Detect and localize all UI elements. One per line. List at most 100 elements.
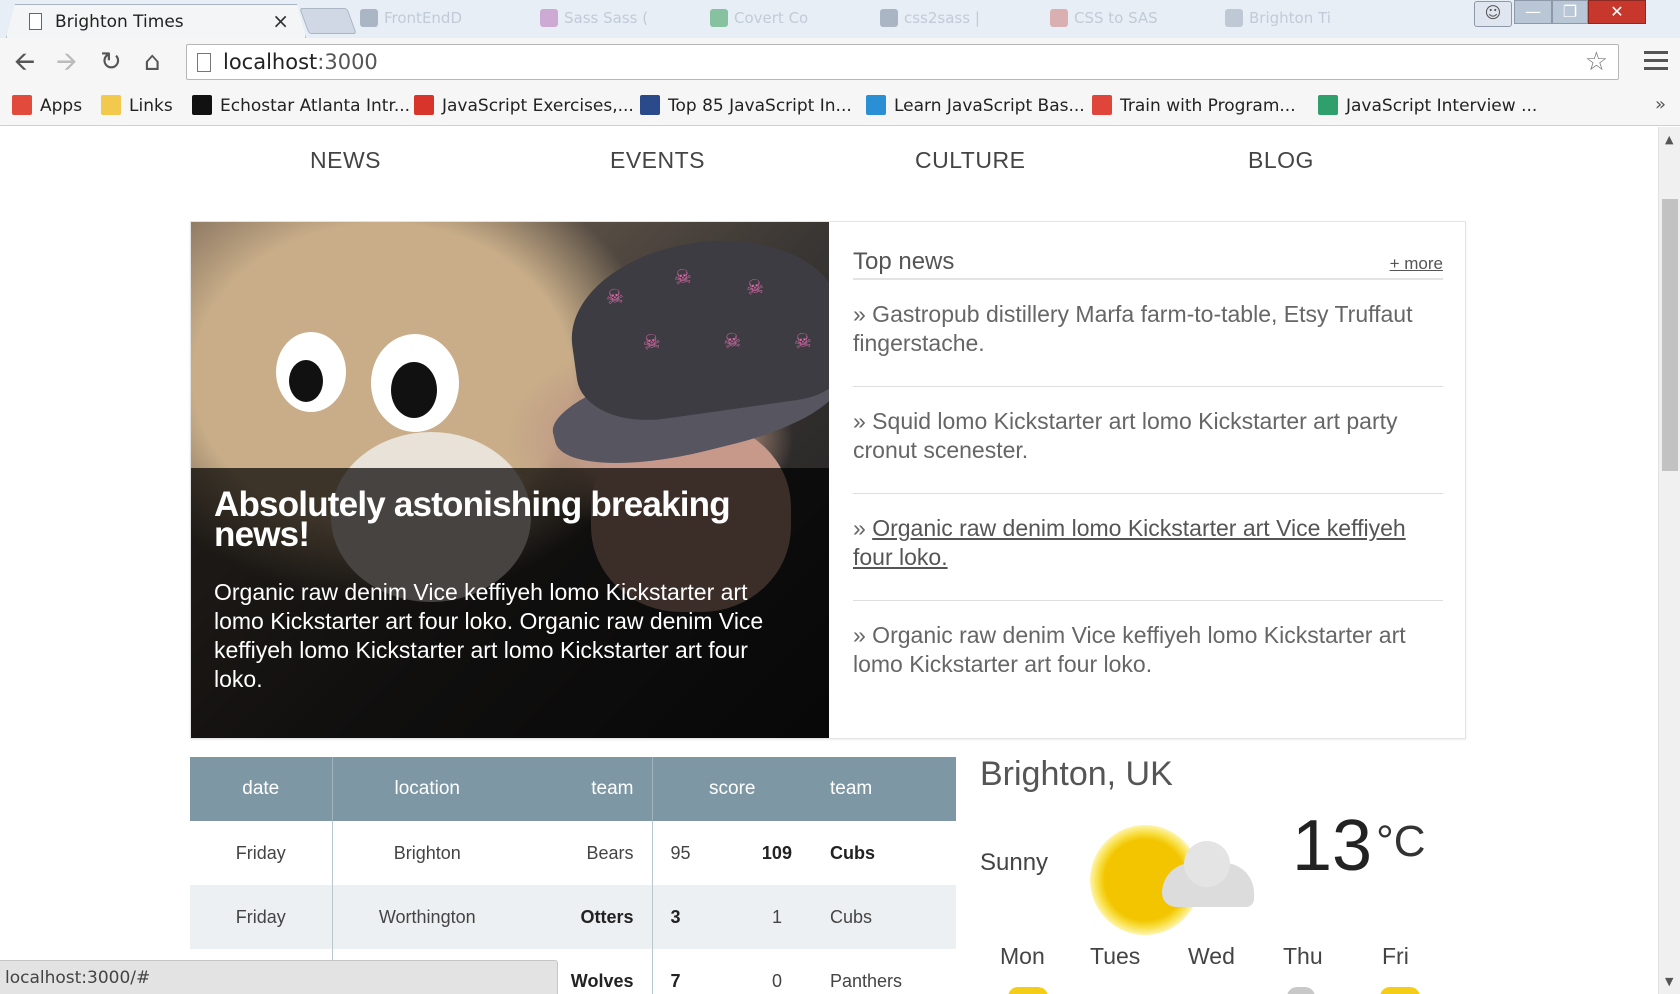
g-logo-icon bbox=[640, 95, 660, 115]
bookmark-label: Echostar Atlanta Intr... bbox=[220, 96, 411, 116]
address-bar[interactable]: localhost:3000 ☆ bbox=[186, 44, 1619, 80]
tab-favicon-icon bbox=[540, 9, 558, 27]
nav-blog[interactable]: BLOG bbox=[1248, 147, 1314, 174]
tab-title: Sass Sass ( bbox=[564, 9, 649, 27]
featured-card: ☠ ☠ ☠ ☠ ☠ ☠ Absolutely astonishing break… bbox=[190, 221, 1466, 739]
w3resource-icon bbox=[414, 95, 434, 115]
status-url: localhost:3000/# bbox=[5, 968, 151, 988]
question-icon bbox=[1318, 95, 1338, 115]
nav-culture[interactable]: CULTURE bbox=[915, 147, 1025, 174]
apps-grid-icon bbox=[12, 95, 32, 115]
background-tab[interactable]: FrontEndD bbox=[360, 9, 462, 31]
news-item-hovered[interactable]: » Organic raw denim lomo Kickstarter art… bbox=[853, 494, 1443, 601]
nav-news[interactable]: NEWS bbox=[310, 147, 381, 174]
hero-photo-hat: ☠ ☠ ☠ ☠ ☠ ☠ bbox=[560, 224, 829, 430]
hero-photo-detail bbox=[289, 360, 323, 402]
cell-team-away: Cubs bbox=[830, 842, 875, 863]
url-text: localhost:3000 bbox=[223, 50, 378, 74]
cell-score-away: 1 bbox=[741, 885, 812, 949]
cell-location: Worthington bbox=[332, 885, 522, 949]
bookmark-item[interactable]: Echostar Atlanta Intr... bbox=[192, 95, 410, 119]
sun-icon bbox=[1380, 987, 1420, 994]
news-item[interactable]: » Gastropub distillery Marfa farm-to-tab… bbox=[853, 280, 1443, 387]
hero-article[interactable]: ☠ ☠ ☠ ☠ ☠ ☠ Absolutely astonishing break… bbox=[191, 222, 829, 738]
bookmark-item[interactable]: Learn JavaScript Bas... bbox=[866, 95, 1085, 119]
background-tab[interactable]: Covert Co bbox=[710, 9, 808, 31]
col-score: score bbox=[652, 757, 812, 821]
back-arrow-icon[interactable]: 🡨 bbox=[14, 48, 35, 76]
cell-team-home: Bears bbox=[522, 821, 653, 885]
forecast-day: Wed bbox=[1188, 943, 1235, 969]
cell-team-away: Cubs bbox=[812, 885, 956, 949]
bookmarks-overflow-icon[interactable]: » bbox=[1655, 94, 1666, 115]
status-bubble: localhost:3000/# bbox=[0, 960, 558, 994]
hero-headline[interactable]: Absolutely astonishing breaking news! bbox=[214, 487, 774, 552]
background-tab[interactable]: css2sass | bbox=[880, 9, 980, 31]
table-row: Friday Brighton Bears 95 109 Cubs bbox=[190, 821, 956, 885]
bookmark-item[interactable]: Apps bbox=[12, 95, 82, 119]
forecast-day: Fri bbox=[1382, 943, 1409, 969]
forecast-day: Mon bbox=[1000, 943, 1045, 969]
reload-icon[interactable]: ↻ bbox=[100, 48, 122, 76]
cell-date: Friday bbox=[190, 885, 333, 949]
tab-title: Covert Co bbox=[734, 9, 809, 27]
close-window-button[interactable]: ✕ bbox=[1588, 0, 1646, 24]
user-profile-button[interactable]: ☺ bbox=[1474, 1, 1512, 27]
home-icon[interactable]: ⌂ bbox=[144, 48, 161, 76]
bookmark-item[interactable]: JavaScript Interview ... bbox=[1318, 95, 1537, 119]
background-tab[interactable]: CSS to SAS bbox=[1050, 9, 1158, 31]
maximize-button[interactable]: ❐ bbox=[1552, 0, 1588, 24]
cloud-icon bbox=[1287, 987, 1315, 994]
tab-title: FrontEndD bbox=[384, 9, 462, 27]
cloud-icon bbox=[1162, 841, 1254, 907]
weather-condition: Sunny bbox=[980, 849, 1049, 876]
minimize-button[interactable]: — bbox=[1514, 0, 1552, 24]
page-scrollbar[interactable]: ▲ ▼ bbox=[1658, 127, 1680, 994]
top-news-title: Top news bbox=[853, 248, 955, 275]
cell-score-away: 0 bbox=[771, 970, 782, 991]
bookmark-label: Top 85 JavaScript In... bbox=[668, 96, 852, 116]
bookmark-item[interactable]: JavaScript Exercises,... bbox=[414, 95, 634, 119]
s-logo-icon bbox=[192, 95, 212, 115]
bookmark-item[interactable]: Links bbox=[101, 95, 173, 119]
browser-toolbar: 🡨 🡪 ↻ ⌂ localhost:3000 ☆ bbox=[0, 38, 1680, 88]
news-item[interactable]: » Organic raw denim Vice keffiyeh lomo K… bbox=[853, 601, 1443, 708]
bookmark-label: JavaScript Interview ... bbox=[1346, 96, 1538, 116]
table-row: Friday Worthington Otters 3 1 Cubs bbox=[190, 885, 956, 949]
bookmark-item[interactable]: Train with Program... bbox=[1092, 95, 1296, 119]
col-date: date bbox=[190, 757, 333, 821]
scrollbar-thumb[interactable] bbox=[1662, 199, 1678, 471]
page-icon bbox=[29, 13, 42, 30]
bookmark-item[interactable]: Top 85 JavaScript In... bbox=[640, 95, 852, 119]
cell-score-home: 7 bbox=[670, 970, 681, 991]
weather-widget: Brighton, UK Sunny 13°C Mon Tues Wed Thu… bbox=[980, 755, 1440, 994]
tab-title: Brighton Ti bbox=[1249, 9, 1331, 27]
cell-team-away: Panthers bbox=[830, 970, 903, 991]
bookmark-label: Learn JavaScript Bas... bbox=[894, 96, 1085, 116]
scroll-down-icon[interactable]: ▼ bbox=[1665, 975, 1673, 988]
background-tab[interactable]: Brighton Ti bbox=[1225, 9, 1331, 31]
forward-arrow-icon[interactable]: 🡪 bbox=[56, 48, 77, 76]
sun-icon bbox=[1008, 987, 1048, 994]
col-team-home: team bbox=[522, 757, 653, 821]
tab-title: CSS to SAS bbox=[1074, 9, 1158, 27]
top-news-header: Top news + more bbox=[853, 248, 1443, 280]
tab-close-icon[interactable]: × bbox=[272, 9, 289, 33]
codewars-icon bbox=[1092, 95, 1112, 115]
chrome-menu-icon[interactable] bbox=[1644, 51, 1668, 75]
more-news-link[interactable]: + more bbox=[1390, 254, 1443, 274]
bookmark-star-icon[interactable]: ☆ bbox=[1585, 47, 1608, 77]
bookmark-label: Links bbox=[129, 96, 173, 116]
news-item[interactable]: » Squid lomo Kickstarter art lomo Kickst… bbox=[853, 387, 1443, 494]
nav-events[interactable]: EVENTS bbox=[610, 147, 705, 174]
hero-lede: Organic raw denim Vice keffiyeh lomo Kic… bbox=[214, 579, 764, 692]
news-item-link[interactable]: Organic raw denim lomo Kickstarter art V… bbox=[853, 515, 1406, 570]
code-brackets-icon bbox=[866, 95, 886, 115]
hero-photo-detail bbox=[391, 362, 437, 418]
tab-brighton-times[interactable]: Brighton Times × bbox=[6, 4, 306, 38]
browser-titlebar: Brighton Times × FrontEndD Sass Sass ( Cov… bbox=[0, 0, 1680, 38]
tab-favicon-icon bbox=[880, 9, 898, 27]
scroll-up-icon[interactable]: ▲ bbox=[1665, 133, 1673, 146]
background-tab[interactable]: Sass Sass ( bbox=[540, 9, 648, 31]
new-tab-button[interactable] bbox=[299, 8, 357, 34]
